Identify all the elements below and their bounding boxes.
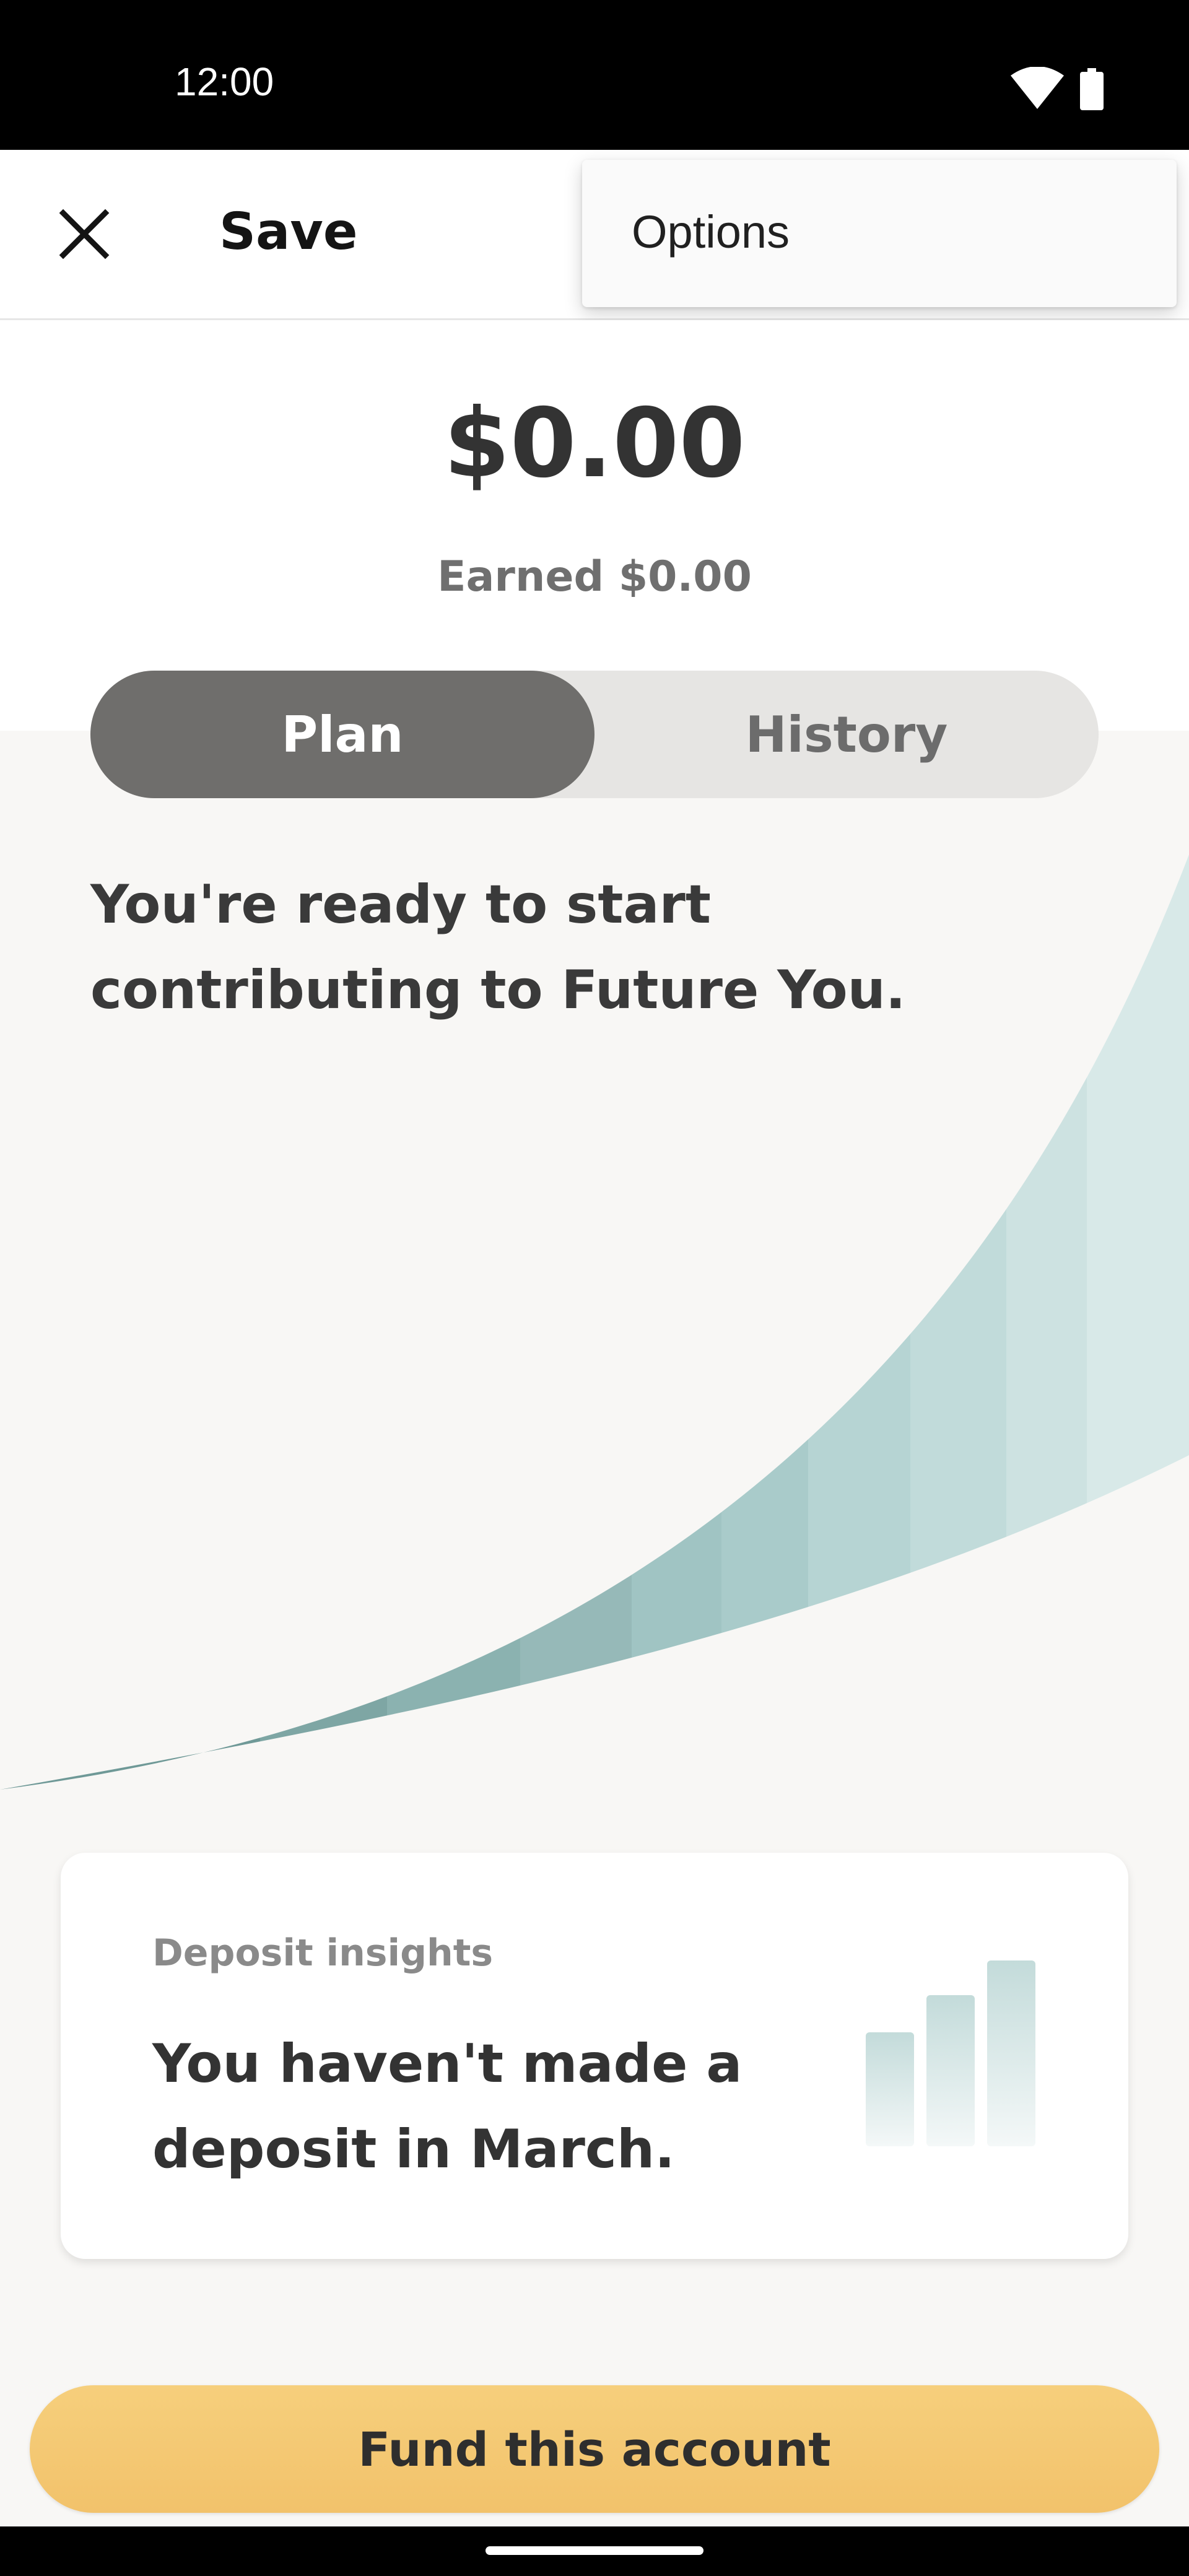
battery-icon <box>1080 68 1104 110</box>
deposit-insights-card[interactable]: Deposit insights You haven't made a depo… <box>61 1853 1128 2259</box>
status-bar: 12:00 <box>0 0 1189 150</box>
close-icon[interactable] <box>50 199 119 269</box>
earned-amount: Earned $0.00 <box>437 552 752 601</box>
bar-chart-icon <box>866 1960 1035 2146</box>
page-title: Save <box>219 202 358 261</box>
insights-message: You haven't made a deposit in March. <box>152 2033 743 2180</box>
wifi-icon <box>1011 67 1064 109</box>
balance-amount: $0.00 <box>443 388 746 499</box>
options-menu: Options <box>582 160 1177 307</box>
plan-history-toggle: Plan History <box>90 671 1099 798</box>
balance-header <box>0 320 1189 731</box>
tab-history[interactable]: History <box>594 671 1099 798</box>
home-gesture-handle[interactable] <box>486 2546 703 2555</box>
system-nav-bar <box>0 2526 1189 2576</box>
insights-kicker: Deposit insights <box>152 1931 494 1975</box>
tab-plan[interactable]: Plan <box>90 671 594 798</box>
plan-message: You're ready to start contributing to Fu… <box>90 874 906 1021</box>
disclaimer-text <box>61 2353 1138 2368</box>
menu-item-options[interactable]: Options <box>632 209 790 255</box>
status-time: 12:00 <box>175 59 274 104</box>
fund-account-button[interactable]: Fund this account <box>30 2385 1159 2513</box>
